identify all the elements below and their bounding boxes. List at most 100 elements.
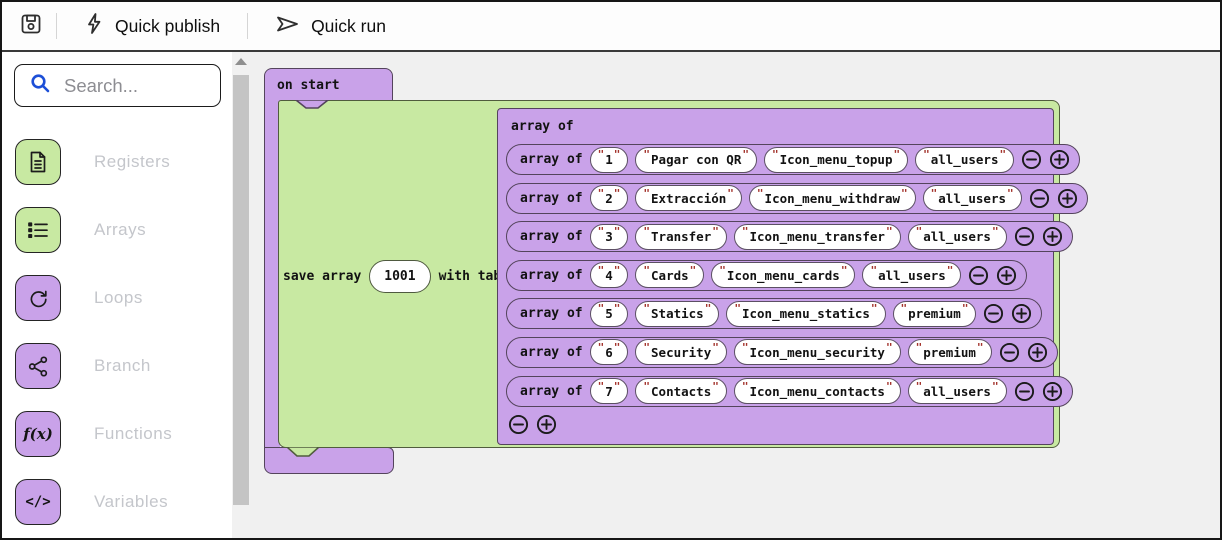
search-box[interactable] <box>14 64 221 107</box>
array-item-value[interactable]: all_users <box>862 262 961 288</box>
function-glyph: f(x) <box>23 425 53 443</box>
on-start-block-footer[interactable] <box>264 447 394 474</box>
array-item-value[interactable]: Icon_menu_topup <box>764 147 908 173</box>
array-item-value[interactable]: Extracción <box>635 185 742 211</box>
add-item-button[interactable] <box>1057 188 1078 209</box>
array-item-value[interactable]: all_users <box>915 147 1014 173</box>
sidebar-item-loops[interactable]: Loops <box>15 275 232 321</box>
array-item-value[interactable]: Icon_menu_cards <box>711 262 855 288</box>
sidebar-scrollbar[interactable] <box>232 52 250 538</box>
top-toolbar: Quick publish Quick run <box>2 2 1220 52</box>
array-item-value[interactable]: 6 <box>590 339 629 365</box>
workspace-canvas[interactable]: on start save array 1001 with table <box>250 52 1220 538</box>
add-row-button[interactable] <box>536 414 557 435</box>
toolbar-divider <box>247 13 248 39</box>
array-item-value[interactable]: all_users <box>908 378 1007 404</box>
array-item-value[interactable]: all_users <box>923 185 1022 211</box>
code-icon: </> <box>15 479 61 525</box>
add-item-button[interactable] <box>1042 381 1063 402</box>
search-icon <box>29 72 51 99</box>
remove-item-button[interactable] <box>999 342 1020 363</box>
array-item-value[interactable]: Transfer <box>635 224 726 250</box>
array-item-value[interactable]: Icon_menu_contacts <box>734 378 901 404</box>
sidebar-item-branch[interactable]: Branch <box>15 343 232 389</box>
add-item-button[interactable] <box>1042 226 1063 247</box>
array-item-value[interactable]: premium <box>893 301 977 327</box>
array-item-value[interactable]: premium <box>908 339 992 365</box>
add-item-button[interactable] <box>1011 303 1032 324</box>
array-row-label: array of <box>520 152 583 167</box>
array-item-value[interactable]: Contacts <box>635 378 726 404</box>
sidebar-item-arrays[interactable]: Arrays <box>15 207 232 253</box>
array-row[interactable]: array of 4 Cards Icon_menu_cards all_use… <box>506 260 1027 291</box>
quick-run-button[interactable]: Quick run <box>261 2 400 50</box>
save-array-prefix-label: save array <box>283 269 361 284</box>
on-start-label: on start <box>277 78 340 93</box>
array-item-value[interactable]: 7 <box>590 378 629 404</box>
remove-item-button[interactable] <box>968 265 989 286</box>
remove-item-button[interactable] <box>1014 226 1035 247</box>
add-item-button[interactable] <box>1049 149 1070 170</box>
array-row[interactable]: array of 2 Extracción Icon_menu_withdraw… <box>506 183 1088 214</box>
array-item-value[interactable]: Icon_menu_withdraw <box>749 185 916 211</box>
array-item-value[interactable]: 2 <box>590 185 629 211</box>
array-item-value[interactable]: 1 <box>590 147 629 173</box>
sidebar-item-label: Variables <box>94 492 168 512</box>
array-block-controls <box>508 414 1045 435</box>
array-row-label: array of <box>520 345 583 360</box>
search-input[interactable] <box>64 75 220 97</box>
add-item-button[interactable] <box>1027 342 1048 363</box>
array-of-label: array of <box>511 119 1045 134</box>
remove-item-button[interactable] <box>1014 381 1035 402</box>
array-item-value[interactable]: Security <box>635 339 726 365</box>
scrollbar-thumb[interactable] <box>233 75 249 505</box>
paper-plane-icon <box>275 13 300 40</box>
save-button[interactable] <box>19 2 43 50</box>
circular-arrow-icon <box>15 275 61 321</box>
array-item-value[interactable]: 4 <box>590 262 629 288</box>
remove-item-button[interactable] <box>983 303 1004 324</box>
main-body: Registers Arrays <box>2 52 1220 538</box>
sidebar-item-registers[interactable]: Registers <box>15 139 232 185</box>
remove-item-button[interactable] <box>1029 188 1050 209</box>
remove-item-button[interactable] <box>1021 149 1042 170</box>
app-window: Quick publish Quick run <box>0 0 1222 540</box>
array-row[interactable]: array of 3 Transfer Icon_menu_transfer a… <box>506 221 1073 252</box>
array-item-value[interactable]: 5 <box>590 301 629 327</box>
save-array-row: save array 1001 with table <box>283 259 517 293</box>
sidebar-item-variables[interactable]: </> Variables <box>15 479 232 525</box>
quick-publish-button[interactable]: Quick publish <box>70 2 234 50</box>
array-row-label: array of <box>520 229 583 244</box>
array-row[interactable]: array of 6 Security Icon_menu_security p… <box>506 337 1058 368</box>
array-row-label: array of <box>520 268 583 283</box>
category-list: Registers Arrays <box>2 139 232 525</box>
array-item-value[interactable]: Cards <box>635 262 704 288</box>
sidebar-item-label: Functions <box>94 424 172 444</box>
array-item-value[interactable]: 3 <box>590 224 629 250</box>
array-item-value[interactable]: Icon_menu_transfer <box>734 224 901 250</box>
array-of-block[interactable]: array of array of 1 Pagar con QR Icon_me… <box>497 108 1054 445</box>
array-row[interactable]: array of 1 Pagar con QR Icon_menu_topup … <box>506 144 1080 175</box>
block-notch-top <box>295 100 329 110</box>
array-row-label: array of <box>520 306 583 321</box>
add-item-button[interactable] <box>996 265 1017 286</box>
array-item-value[interactable]: all_users <box>908 224 1007 250</box>
lightning-icon <box>84 12 104 40</box>
array-row-label: array of <box>520 384 583 399</box>
scroll-up-arrow-icon[interactable] <box>235 58 247 65</box>
sidebar-item-label: Arrays <box>94 220 146 240</box>
array-item-value[interactable]: Pagar con QR <box>635 147 757 173</box>
sidebar-item-functions[interactable]: f(x) Functions <box>15 411 232 457</box>
on-start-block[interactable]: on start <box>264 68 393 101</box>
variables-glyph: </> <box>25 494 50 510</box>
block-category-sidebar: Registers Arrays <box>2 52 232 538</box>
share-nodes-icon <box>15 343 61 389</box>
remove-row-button[interactable] <box>508 414 529 435</box>
block-notch-bottom <box>286 447 320 458</box>
array-item-value[interactable]: Icon_menu_security <box>734 339 901 365</box>
array-item-value[interactable]: Icon_menu_statics <box>726 301 885 327</box>
array-row[interactable]: array of 5 Statics Icon_menu_statics pre… <box>506 298 1042 329</box>
register-number-field[interactable]: 1001 <box>369 260 430 293</box>
array-item-value[interactable]: Statics <box>635 301 719 327</box>
array-row[interactable]: array of 7 Contacts Icon_menu_contacts a… <box>506 376 1073 407</box>
